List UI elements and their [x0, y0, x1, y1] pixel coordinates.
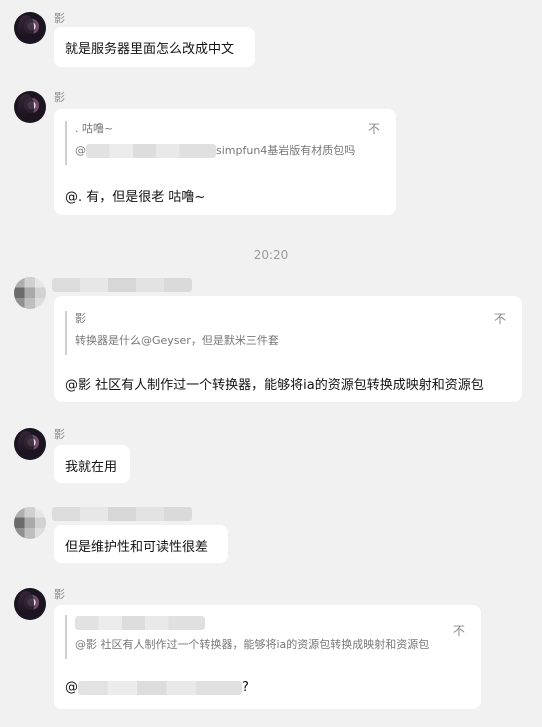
- message-text: @?: [65, 680, 249, 695]
- message-mention: @: [65, 680, 78, 695]
- quoted-text: @影 社区有人制作过一个转换器，能够将ia的资源包转换成映射和资源包: [75, 638, 430, 651]
- quoted-message[interactable]: . 咕噜~ 不 @ simpfun4基岩版有材质包吗: [65, 121, 380, 165]
- timestamp: 20:20: [253, 248, 289, 262]
- avatar[interactable]: [14, 428, 46, 460]
- avatar[interactable]: [14, 12, 46, 44]
- sender-name: 影: [54, 588, 65, 601]
- message-bubble[interactable]: 我就在用: [54, 445, 130, 483]
- message-bubble[interactable]: 影 不 转换器是什么@Geyser，但是默米三件套 @影 社区有人制作过一个转换…: [54, 296, 522, 402]
- message-text: 但是维护性和可读性很差: [65, 540, 209, 555]
- message-text: 就是服务器里面怎么改成中文: [65, 42, 235, 57]
- quoted-sender: 影: [75, 312, 86, 325]
- quoted-text: 转换器是什么@Geyser，但是默米三件套: [75, 334, 279, 347]
- sender-name: 影: [54, 428, 65, 441]
- pin-icon[interactable]: 不: [453, 623, 465, 639]
- avatar[interactable]: [14, 277, 46, 309]
- sender-name: 影: [54, 91, 65, 104]
- redacted-name: [75, 616, 205, 630]
- message-text: 我就在用: [65, 460, 118, 475]
- message-bubble[interactable]: 就是服务器里面怎么改成中文: [54, 27, 255, 67]
- quoted-sender: . 咕噜~: [75, 122, 114, 135]
- redacted-sender-name: [52, 278, 192, 292]
- avatar[interactable]: [14, 507, 46, 539]
- message-bubble[interactable]: 但是维护性和可读性很差: [54, 525, 228, 563]
- pin-icon[interactable]: 不: [494, 311, 506, 327]
- redacted-name: [86, 144, 216, 158]
- pin-icon[interactable]: 不: [368, 121, 380, 137]
- message-suffix: ?: [242, 680, 249, 695]
- avatar[interactable]: [14, 91, 46, 123]
- message-text: @影 社区有人制作过一个转换器，能够将ia的资源包转换成映射和资源包: [65, 378, 484, 393]
- redacted-name: [78, 680, 242, 695]
- quoted-mention: @: [75, 144, 86, 157]
- message-bubble[interactable]: 不 @影 社区有人制作过一个转换器，能够将ia的资源包转换成映射和资源包 @?: [54, 605, 481, 709]
- quoted-text: @ simpfun4基岩版有材质包吗: [75, 143, 380, 159]
- avatar[interactable]: [14, 588, 46, 620]
- redacted-sender-name: [52, 507, 192, 521]
- quoted-message[interactable]: 不 @影 社区有人制作过一个转换器，能够将ia的资源包转换成映射和资源包: [65, 615, 465, 659]
- quoted-sender: [75, 615, 465, 631]
- message-bubble[interactable]: . 咕噜~ 不 @ simpfun4基岩版有材质包吗 @. 有，但是很老 咕噜~: [54, 109, 396, 215]
- quoted-message[interactable]: 影 不 转换器是什么@Geyser，但是默米三件套: [65, 311, 506, 355]
- quoted-text-suffix: simpfun4基岩版有材质包吗: [216, 144, 356, 157]
- sender-name: 影: [54, 12, 65, 25]
- message-text: @. 有，但是很老 咕噜~: [65, 190, 206, 205]
